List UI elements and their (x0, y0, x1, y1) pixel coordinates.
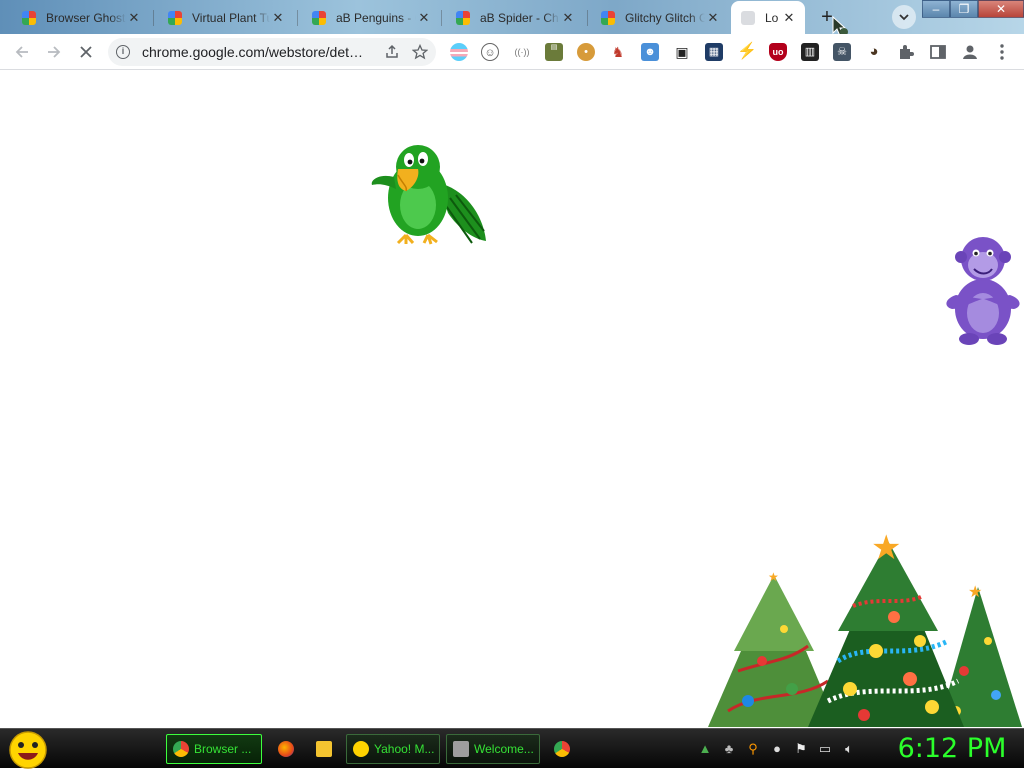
volume-icon[interactable]: 🔈︎ (841, 741, 857, 757)
tab-browser-ghost[interactable]: Browser Ghost ✕ (4, 4, 150, 32)
lightning-extension-icon[interactable]: ⚡ (737, 43, 757, 61)
tab-close-icon[interactable]: ✕ (560, 10, 576, 26)
stop-x-icon (80, 46, 92, 58)
arrow-left-icon (15, 46, 28, 58)
dots-extension-icon[interactable]: ((·)) (513, 43, 531, 61)
action-center-flag-icon[interactable]: ⚑ (793, 741, 809, 757)
side-panel-icon[interactable] (929, 43, 947, 61)
back-button[interactable] (10, 40, 34, 64)
tab-ab-spider[interactable]: aB Spider - Chr ✕ (438, 4, 584, 32)
taskbar-clock[interactable]: 6:12 PM (884, 733, 1020, 765)
browser-toolbar: i chrome.google.com/webstore/det… ☺ ((·)… (0, 34, 1024, 70)
page-content: ★ ★ ★ (0, 71, 1024, 728)
taskbar-yahoo-messenger[interactable]: Yahoo! M... (346, 734, 440, 764)
tab-close-icon[interactable]: ✕ (416, 10, 432, 26)
share-icon[interactable] (384, 44, 400, 60)
chevron-down-icon (899, 14, 909, 21)
tab-ab-penguins[interactable]: aB Penguins - C ✕ (294, 4, 440, 32)
christmas-trees-sprite[interactable]: ★ ★ ★ (688, 511, 1024, 728)
taskbar-explorer[interactable] (310, 734, 340, 764)
close-window-button[interactable]: ✕ (978, 0, 1024, 18)
kebab-menu-icon[interactable] (995, 43, 1009, 61)
stop-button[interactable] (74, 40, 98, 64)
cookie-extension-icon[interactable]: • (577, 43, 595, 61)
dark-scene-extension-icon[interactable]: ▦ (705, 43, 723, 61)
svg-text:★: ★ (768, 570, 779, 584)
search-tray-icon[interactable]: ⚲ (745, 741, 761, 757)
grid-extension-icon[interactable]: ▥ (801, 43, 819, 61)
taskbar-label: Yahoo! M... (374, 742, 435, 756)
tab-title: aB Spider - Chr (480, 11, 560, 25)
green-parrot-sprite[interactable] (368, 143, 490, 247)
taskbar-label: Browser ... (194, 742, 252, 756)
tab-close-icon[interactable]: ✕ (781, 10, 797, 26)
profile-icon[interactable] (961, 43, 979, 61)
address-bar[interactable]: i chrome.google.com/webstore/det… (108, 38, 436, 66)
taskbar: Browser ... Yahoo! M... Welcome... ▲ ♣ ⚲… (0, 728, 1024, 770)
webstore-favicon-icon (22, 11, 36, 25)
url-text[interactable]: chrome.google.com/webstore/det… (142, 44, 372, 60)
red-figure-extension-icon[interactable]: ♞ (609, 43, 627, 61)
tab-loading-active[interactable]: Lo ✕ (731, 1, 805, 34)
messenger-tray-icon[interactable]: ● (769, 741, 785, 757)
loading-spinner-icon (741, 10, 755, 25)
tab-close-icon[interactable]: ✕ (270, 10, 286, 26)
svg-text:★: ★ (871, 528, 901, 568)
car-face-extension-icon[interactable]: ▣ (673, 43, 691, 61)
maximize-button[interactable]: ❐ (950, 0, 978, 18)
tab-virtual-plant[interactable]: Virtual Plant Tu ✕ (150, 4, 294, 32)
tab-glitchy-glitch[interactable]: Glitchy Glitch G ✕ (583, 4, 729, 32)
ninja-extension-icon[interactable]: ◕ (865, 43, 883, 61)
puppet-tray-icon[interactable]: ♣ (721, 741, 737, 757)
taskbar-label: Welcome... (474, 742, 534, 756)
tab-title: Glitchy Glitch G (625, 11, 705, 25)
taskbar-chrome-pinned[interactable] (548, 734, 578, 764)
tab-title: Virtual Plant Tu (192, 11, 270, 25)
character-card-extension-icon[interactable]: ☻ (641, 43, 659, 61)
taskbar-browser[interactable]: Browser ... (166, 734, 262, 764)
forward-button[interactable] (42, 40, 66, 64)
pride-flag-extension-icon[interactable] (450, 43, 468, 61)
site-info-icon[interactable]: i (116, 45, 130, 59)
arrow-right-icon (48, 46, 61, 58)
chrome-icon (173, 741, 189, 757)
face-outline-extension-icon[interactable]: ☺ (481, 43, 499, 61)
minimize-button[interactable]: ‒ (922, 0, 950, 18)
firefox-icon (278, 741, 294, 757)
purple-gorilla-sprite[interactable] (942, 233, 1024, 349)
webstore-favicon-icon (456, 11, 470, 25)
tab-title: aB Penguins - C (336, 11, 416, 25)
chrome-icon (554, 741, 570, 757)
svg-text:★: ★ (968, 582, 982, 601)
webstore-favicon-icon (168, 11, 182, 25)
tab-title: Browser Ghost (46, 11, 126, 25)
webstore-favicon-icon (601, 11, 615, 25)
taskbar-welcome[interactable]: Welcome... (446, 734, 540, 764)
tab-search-button[interactable] (892, 5, 916, 29)
ublock-extension-icon[interactable]: uo (769, 43, 787, 61)
tab-title: Lo (765, 10, 779, 25)
yahoo-smiley-icon (353, 741, 369, 757)
bookmark-star-icon[interactable] (412, 44, 428, 60)
webstore-favicon-icon (312, 11, 326, 25)
tab-close-icon[interactable]: ✕ (126, 10, 142, 26)
tab-close-icon[interactable]: ✕ (705, 10, 721, 26)
smiley-start-button[interactable] (8, 730, 48, 770)
puppet-icon (453, 741, 469, 757)
puzzle-extensions-icon[interactable] (897, 43, 915, 61)
ghost-card-extension-icon[interactable]: ☠ (833, 43, 851, 61)
network-icon[interactable]: ▭ (817, 741, 833, 757)
hidden-word-extension-icon[interactable]: ▤ (545, 43, 563, 61)
folder-icon (316, 741, 332, 757)
window-controls: ‒ ❐ ✕ (922, 0, 1024, 18)
tab-strip: Browser Ghost ✕ Virtual Plant Tu ✕ aB Pe… (0, 0, 1024, 37)
taskbar-firefox[interactable] (272, 734, 300, 764)
tree-tray-icon[interactable]: ▲ (697, 741, 713, 757)
